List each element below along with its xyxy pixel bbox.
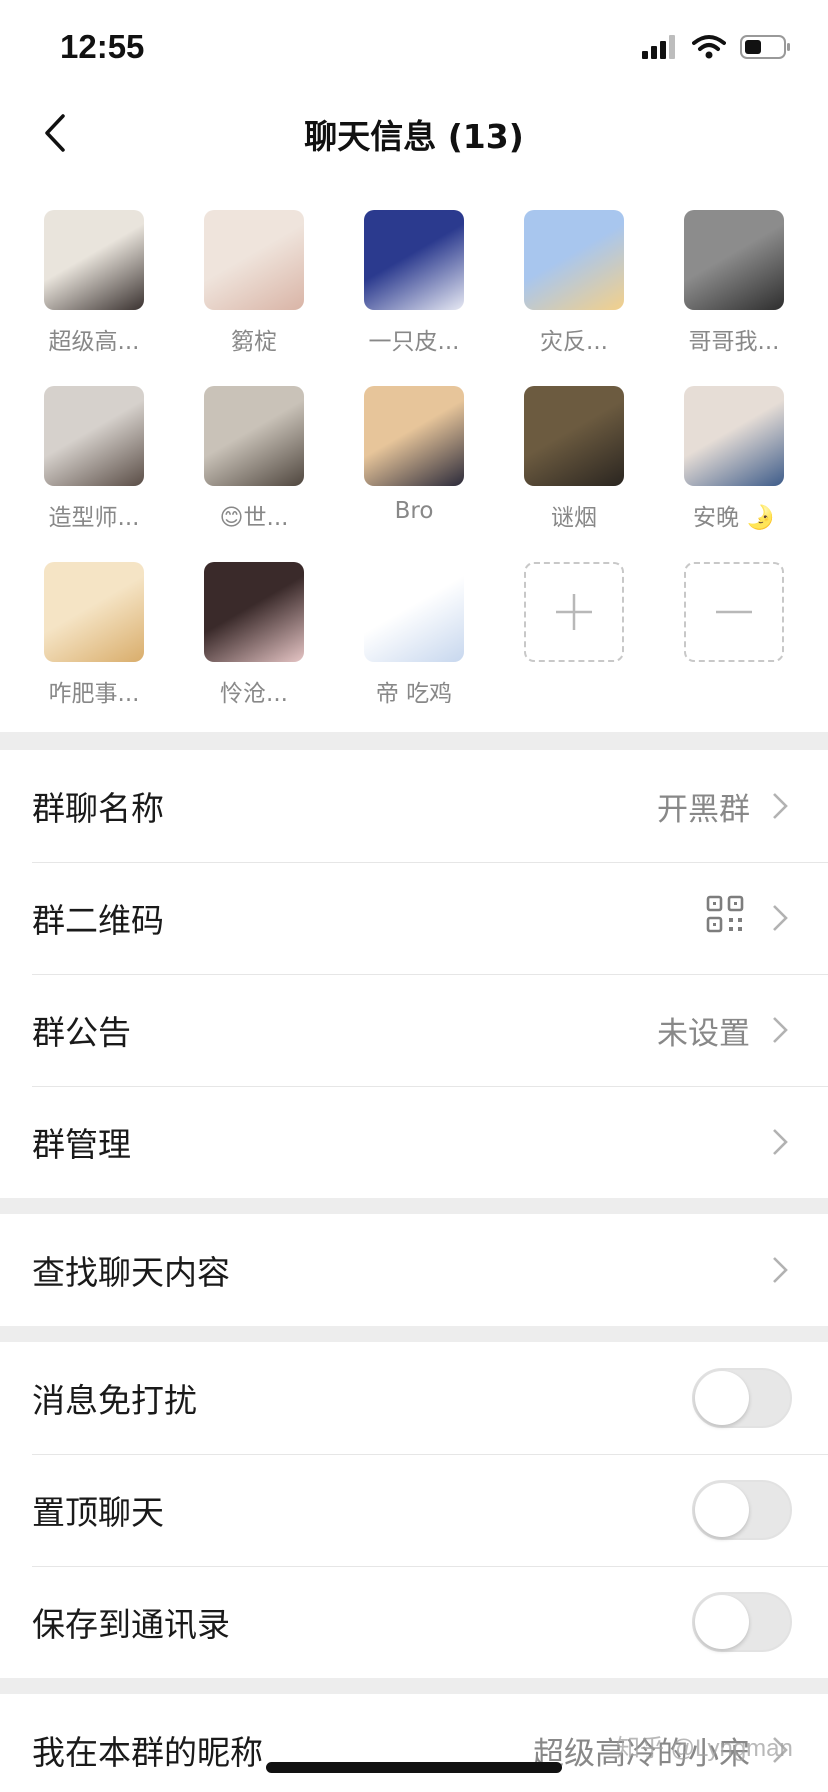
home-indicator [266, 1762, 562, 1773]
member-item[interactable]: 造型师... [20, 346, 160, 531]
member-name: 帝 吃鸡 [375, 681, 453, 707]
avatar[interactable] [44, 386, 144, 486]
remove-member-tile[interactable] [660, 522, 800, 682]
search-section: 查找聊天内容 [0, 1214, 828, 1326]
add-member-tile[interactable] [500, 522, 640, 682]
toggle-knob [695, 1371, 749, 1425]
member-item[interactable]: 😊世... [180, 346, 320, 531]
mute-label: 消息免打扰 [32, 1381, 197, 1420]
mute-toggle[interactable] [692, 1368, 792, 1428]
member-item[interactable]: 安晚 🌛 [660, 346, 800, 531]
status-time: 12:55 [60, 28, 145, 65]
member-item[interactable]: 谜烟 [500, 346, 640, 531]
avatar[interactable] [204, 210, 304, 310]
avatar[interactable] [44, 210, 144, 310]
wifi-icon [692, 35, 726, 59]
search-chat-label: 查找聊天内容 [32, 1253, 230, 1292]
member-item[interactable]: 一只皮... [340, 170, 480, 355]
avatar[interactable] [684, 210, 784, 310]
group-name-row[interactable]: 群聊名称 开黑群 [0, 750, 828, 862]
toggles-section: 消息免打扰 置顶聊天 保存到通讯录 [0, 1342, 828, 1678]
member-item[interactable]: 灾反... [500, 170, 640, 355]
avatar[interactable] [204, 562, 304, 662]
chevron-right-icon [772, 1127, 792, 1157]
remove-member-button[interactable] [684, 562, 784, 662]
member-item[interactable]: 哥哥我... [660, 170, 800, 355]
member-item[interactable]: 篘椗 [180, 170, 320, 355]
avatar[interactable] [524, 386, 624, 486]
member-item[interactable]: 怜沧... [180, 522, 320, 707]
member-item[interactable]: 超级高... [20, 170, 160, 355]
member-item[interactable]: 咋肥事... [20, 522, 160, 707]
group-settings-section: 群聊名称 开黑群 群二维码 群公告 未设置 群管理 [0, 750, 828, 1198]
status-icons [642, 34, 792, 60]
avatar[interactable] [364, 386, 464, 486]
pin-row: 置顶聊天 [0, 1454, 828, 1566]
group-qr-row[interactable]: 群二维码 [0, 862, 828, 974]
chevron-right-icon [772, 1255, 792, 1285]
save-contacts-label: 保存到通讯录 [32, 1605, 230, 1644]
avatar[interactable] [524, 210, 624, 310]
avatar[interactable] [44, 562, 144, 662]
qr-code-icon [706, 895, 744, 941]
toggle-knob [695, 1595, 749, 1649]
plus-icon [556, 594, 592, 630]
chevron-right-icon [772, 903, 792, 933]
chevron-right-icon [772, 791, 792, 821]
status-bar: 12:55 [0, 0, 828, 96]
avatar[interactable] [364, 210, 464, 310]
group-name-label: 群聊名称 [32, 789, 164, 828]
member-name: 怜沧... [220, 681, 288, 707]
member-item[interactable]: Bro [340, 346, 480, 524]
avatar[interactable] [364, 562, 464, 662]
chevron-right-icon [772, 1015, 792, 1045]
group-notice-row[interactable]: 群公告 未设置 [0, 974, 828, 1086]
save-contacts-row: 保存到通讯录 [0, 1566, 828, 1678]
avatar[interactable] [204, 386, 304, 486]
member-item[interactable]: 帝 吃鸡 [340, 522, 480, 707]
minus-icon [716, 610, 752, 614]
group-notice-value: 未设置 [657, 1015, 750, 1052]
member-grid: 超级高... 篘椗 一只皮... 灾反... 哥哥我... 造型师... 😊世... Bro 谜… [0, 170, 828, 732]
group-manage-row[interactable]: 群管理 [0, 1086, 828, 1198]
group-name-value: 开黑群 [657, 791, 750, 828]
toggle-knob [695, 1483, 749, 1537]
member-name: Bro [394, 498, 434, 524]
member-name: 咋肥事... [48, 681, 140, 707]
avatar[interactable] [684, 386, 784, 486]
battery-icon [740, 35, 790, 59]
pin-label: 置顶聊天 [32, 1493, 164, 1532]
nav-bar: 聊天信息 (13) [0, 96, 828, 170]
watermark: 知乎 @Lyngman [616, 1735, 793, 1762]
group-qr-label: 群二维码 [32, 901, 164, 940]
signal-icon [642, 35, 675, 59]
page-title: 聊天信息 (13) [304, 117, 524, 156]
pin-toggle[interactable] [692, 1480, 792, 1540]
group-manage-label: 群管理 [32, 1125, 131, 1164]
group-notice-label: 群公告 [32, 1013, 131, 1052]
mute-row: 消息免打扰 [0, 1342, 828, 1454]
add-member-button[interactable] [524, 562, 624, 662]
search-chat-row[interactable]: 查找聊天内容 [0, 1214, 828, 1326]
save-contacts-toggle[interactable] [692, 1592, 792, 1652]
